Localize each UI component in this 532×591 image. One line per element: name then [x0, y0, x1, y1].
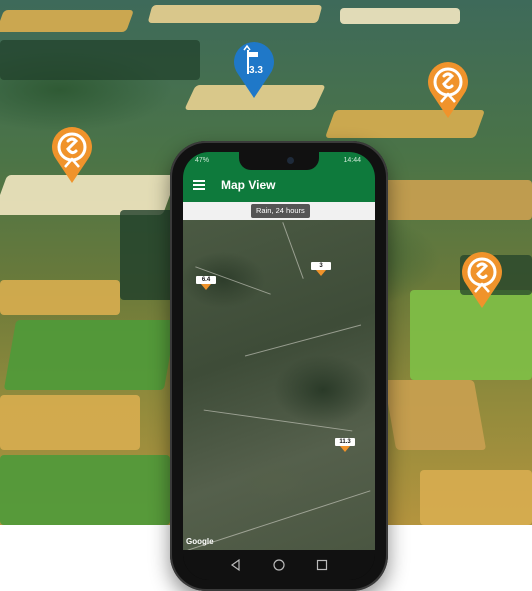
weather-station-marker-icon[interactable]: 3.3 — [230, 40, 278, 100]
sensor-marker-icon[interactable] — [424, 60, 472, 120]
rain-value-marker[interactable]: 3 — [311, 262, 331, 276]
android-nav-bar — [183, 550, 375, 580]
marker-pointer-icon — [201, 284, 211, 290]
recent-apps-icon[interactable] — [315, 558, 329, 572]
layer-chip-bar: Rain, 24 hours — [183, 202, 375, 220]
page-title: Map View — [221, 178, 276, 192]
front-camera-icon — [287, 157, 294, 164]
map-attribution: Google — [186, 537, 214, 546]
rain-value: 11.3 — [335, 438, 355, 446]
back-icon[interactable] — [229, 558, 243, 572]
marker-pointer-icon — [340, 446, 350, 452]
rain-value: 3 — [311, 262, 331, 270]
phone-mockup: 47% 14:44 Map View Rain, 24 hours 6.4 3 — [170, 141, 388, 591]
status-time: 14:44 — [343, 157, 361, 164]
rain-value-marker[interactable]: 11.3 — [335, 438, 355, 452]
satellite-map[interactable]: 6.4 3 11.3 Google — [183, 220, 375, 550]
phone-screen: 47% 14:44 Map View Rain, 24 hours 6.4 3 — [183, 152, 375, 580]
battery-level: 47% — [195, 157, 210, 164]
sensor-marker-icon[interactable] — [48, 125, 96, 185]
hamburger-menu-icon[interactable] — [193, 180, 205, 190]
home-icon[interactable] — [272, 558, 286, 572]
weather-station-value: 3.3 — [249, 65, 263, 76]
rain-value: 6.4 — [196, 276, 216, 284]
layer-chip[interactable]: Rain, 24 hours — [251, 204, 310, 218]
rain-value-marker[interactable]: 6.4 — [196, 276, 216, 290]
phone-notch — [239, 152, 319, 170]
marker-pointer-icon — [316, 270, 326, 276]
app-bar: Map View — [183, 170, 375, 202]
sensor-marker-icon[interactable] — [458, 250, 506, 310]
